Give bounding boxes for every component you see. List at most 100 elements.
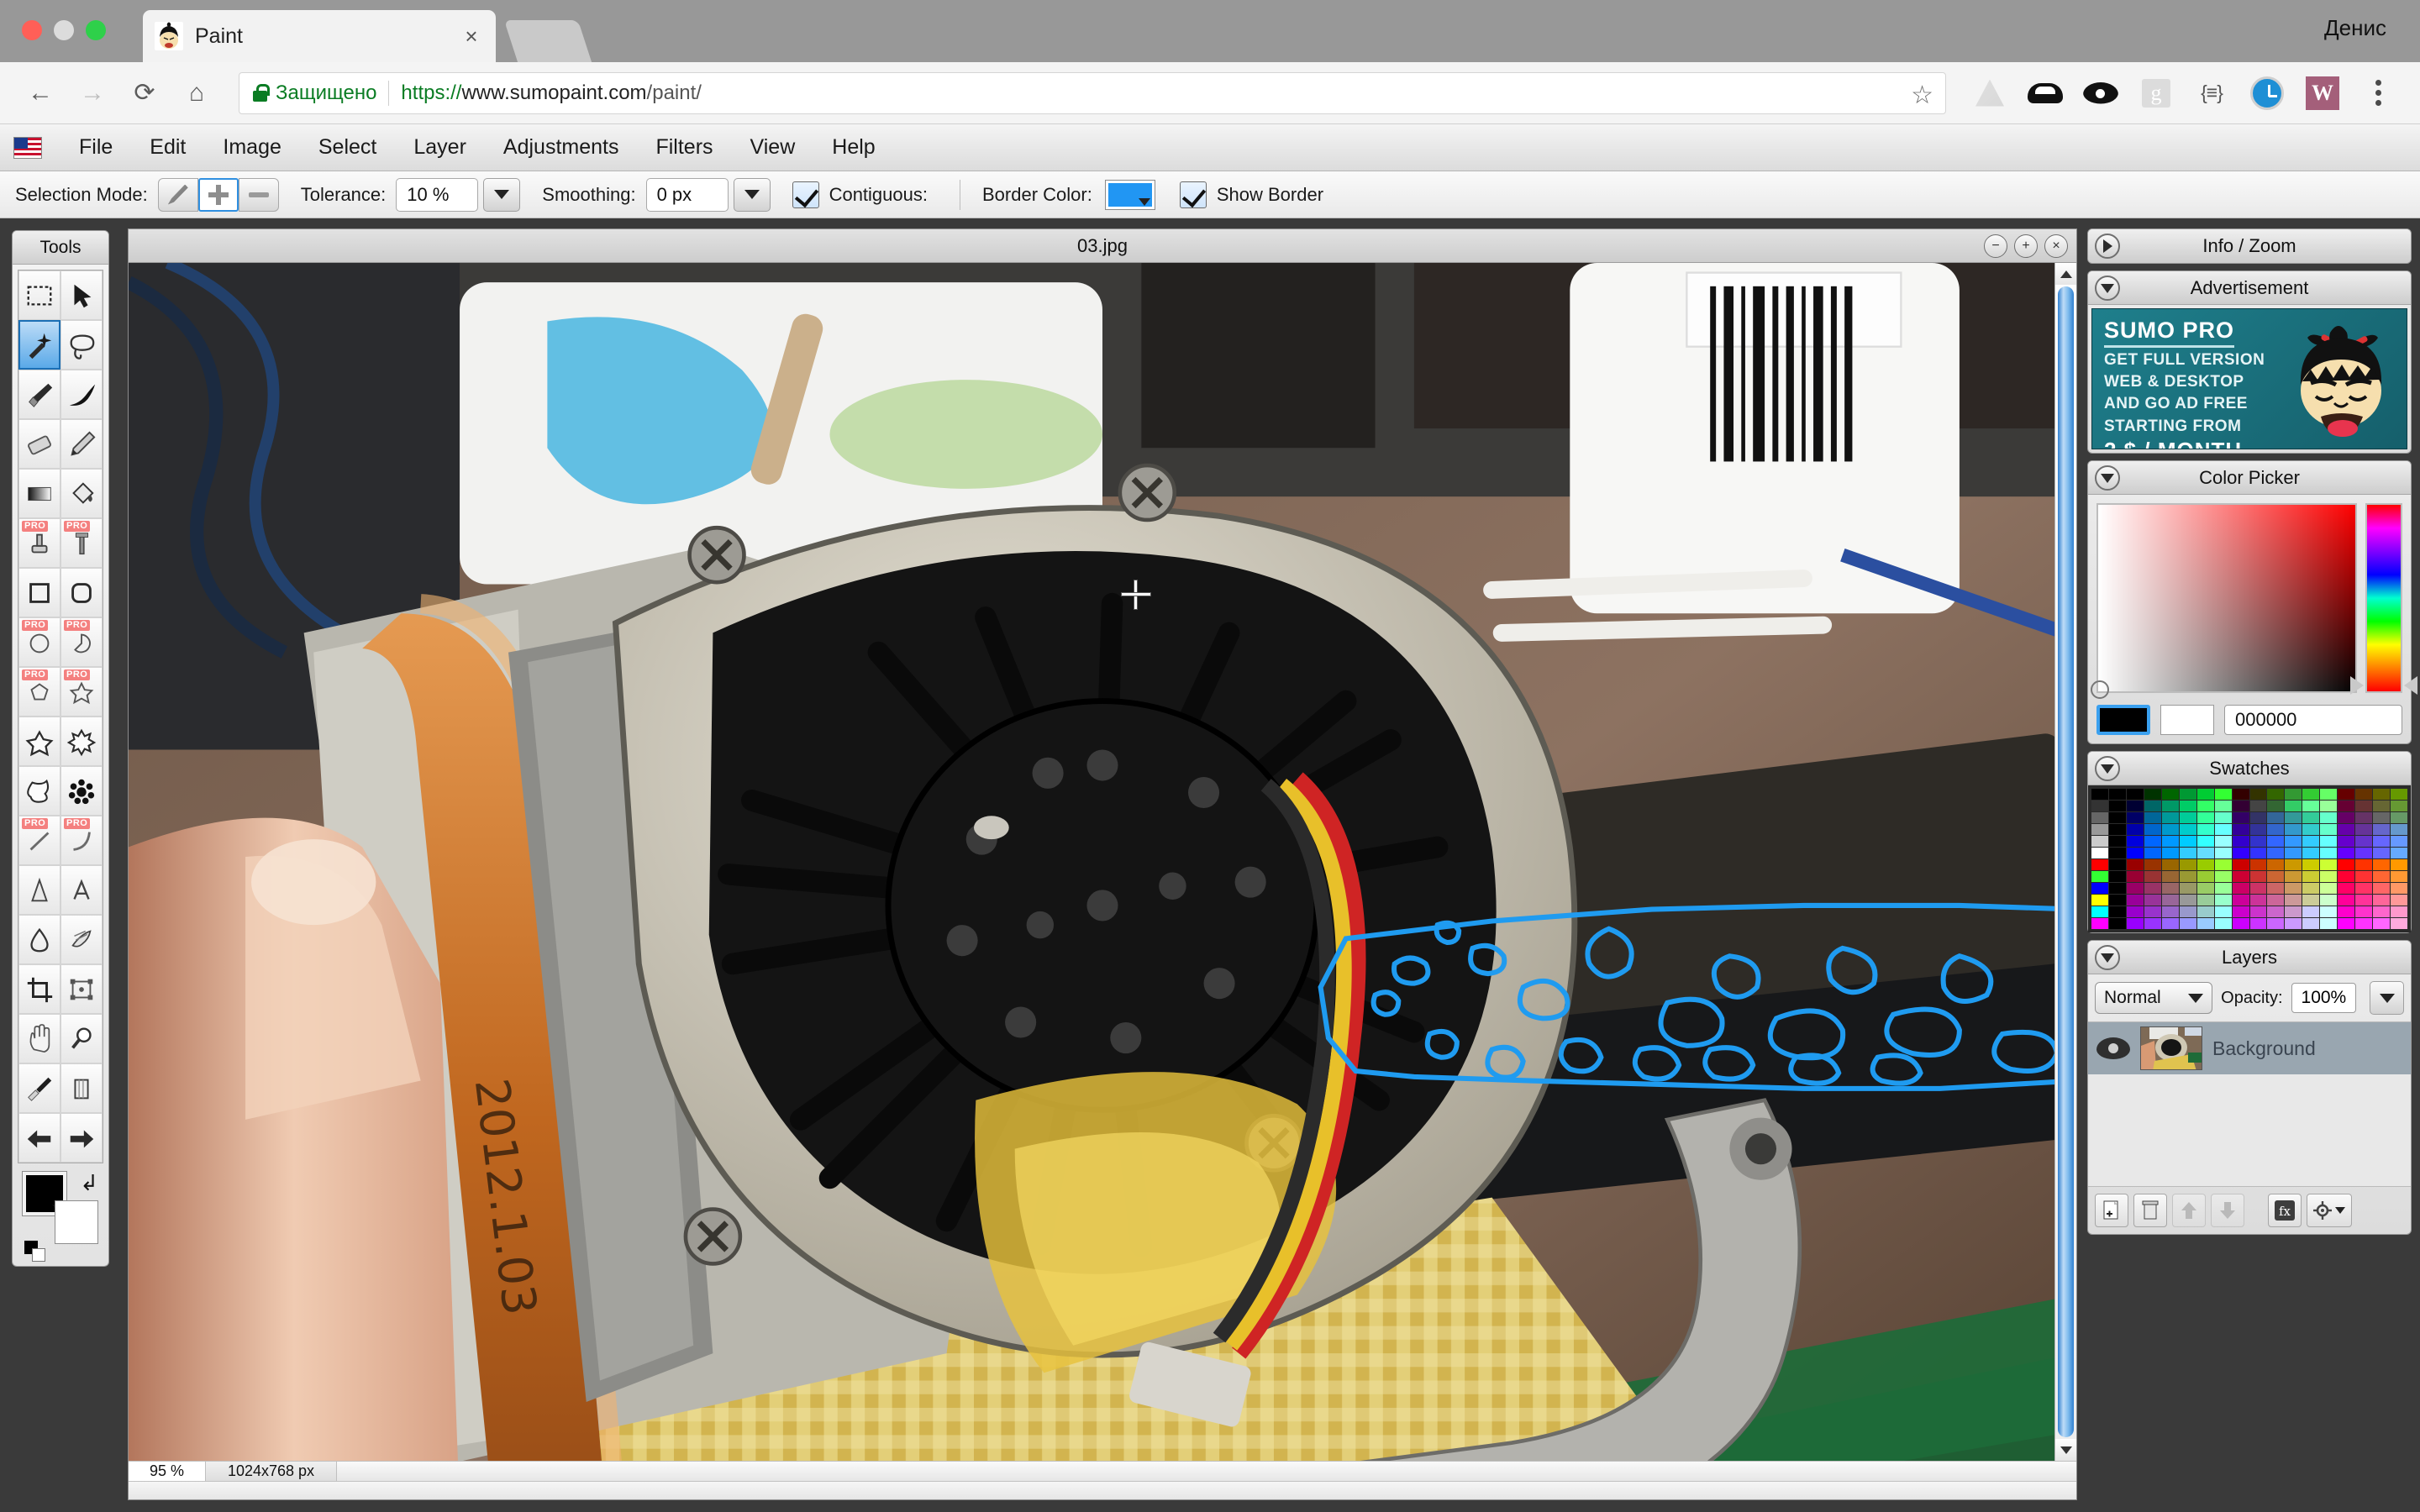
swatch-cell[interactable] <box>2161 812 2179 823</box>
swatch-cell[interactable] <box>2267 812 2285 823</box>
polygon-shape-tool[interactable]: PRO <box>18 667 60 717</box>
magic-wand-tool[interactable] <box>18 320 60 370</box>
swatch-cell[interactable] <box>2391 895 2407 906</box>
swatch-cell[interactable] <box>2249 801 2267 811</box>
swatch-cell[interactable] <box>2267 836 2285 847</box>
swatch-cell[interactable] <box>2179 812 2196 823</box>
swatch-cell[interactable] <box>2126 906 2144 917</box>
swatch-cell[interactable] <box>2214 812 2232 823</box>
swatch-cell[interactable] <box>2391 789 2407 800</box>
swatch-cell[interactable] <box>2320 883 2338 894</box>
swatch-cell[interactable] <box>2232 918 2249 929</box>
show-border-checkbox[interactable] <box>1179 181 1207 208</box>
eye-icon[interactable] <box>2096 1037 2130 1059</box>
picker-foreground-swatch[interactable] <box>2096 705 2150 735</box>
subtract-from-selection-button[interactable] <box>238 177 279 212</box>
swatch-cell[interactable] <box>2285 906 2302 917</box>
swatch-cell[interactable] <box>2144 848 2161 858</box>
swatch-cell[interactable] <box>2355 824 2373 835</box>
swatch-cell[interactable] <box>2108 812 2126 823</box>
swatch-cell[interactable] <box>2179 895 2196 906</box>
text-tool[interactable] <box>60 865 103 915</box>
swatch-cell[interactable] <box>2091 848 2108 858</box>
swatch-cell[interactable] <box>2091 906 2108 917</box>
swatch-cell[interactable] <box>2302 918 2320 929</box>
color-picker-header[interactable]: Color Picker <box>2088 461 2411 495</box>
move-tool[interactable] <box>60 270 103 320</box>
swatch-cell[interactable] <box>2285 836 2302 847</box>
swatch-cell[interactable] <box>2179 918 2196 929</box>
swatch-cell[interactable] <box>2320 906 2338 917</box>
rectangular-marquee-tool[interactable] <box>18 270 60 320</box>
smoothing-input[interactable]: 0 px <box>645 177 729 212</box>
selection-mode-group[interactable] <box>157 177 279 212</box>
swatch-cell[interactable] <box>2126 871 2144 882</box>
swatch-cell[interactable] <box>2391 871 2407 882</box>
swatch-cell[interactable] <box>2285 789 2302 800</box>
clone-stamp-tool[interactable]: PRO <box>18 518 60 568</box>
swatch-cell[interactable] <box>2373 895 2391 906</box>
swatch-cell[interactable] <box>2144 824 2161 835</box>
canvas-horizontal-scrollbar[interactable] <box>129 1481 2076 1499</box>
swatch-cell[interactable] <box>2373 883 2391 894</box>
swatch-cell[interactable] <box>2285 848 2302 858</box>
swatch-cell[interactable] <box>2373 906 2391 917</box>
swatch-cell[interactable] <box>2108 789 2126 800</box>
swatch-cell[interactable] <box>2355 836 2373 847</box>
blob-shape-tool[interactable] <box>18 766 60 816</box>
swatch-cell[interactable] <box>2232 812 2249 823</box>
swatch-cell[interactable] <box>2338 836 2355 847</box>
blur-drop-tool[interactable] <box>18 915 60 964</box>
swatch-cell[interactable] <box>2285 824 2302 835</box>
swatch-cell[interactable] <box>2108 918 2126 929</box>
eyedropper-tool[interactable] <box>18 1063 60 1113</box>
swatch-cell[interactable] <box>2249 918 2267 929</box>
swatch-cell[interactable] <box>2320 789 2338 800</box>
swatch-cell[interactable] <box>2179 871 2196 882</box>
swatch-cell[interactable] <box>2108 824 2126 835</box>
swatch-cell[interactable] <box>2091 801 2108 811</box>
swatch-cell[interactable] <box>2391 859 2407 870</box>
expand-icon[interactable] <box>2095 234 2120 259</box>
hex-input[interactable]: 000000 <box>2224 705 2402 735</box>
swatch-cell[interactable] <box>2214 801 2232 811</box>
code-icon[interactable]: {≡} <box>2188 70 2235 117</box>
swatch-cell[interactable] <box>2338 871 2355 882</box>
swatch-cell[interactable] <box>2249 895 2267 906</box>
swatch-cell[interactable] <box>2214 836 2232 847</box>
swatch-cell[interactable] <box>2161 895 2179 906</box>
smear-tool[interactable] <box>60 915 103 964</box>
swatch-cell[interactable] <box>2214 789 2232 800</box>
swatch-cell[interactable] <box>2214 906 2232 917</box>
swatch-cell[interactable] <box>2091 918 2108 929</box>
swatch-cell[interactable] <box>2285 859 2302 870</box>
swatch-cell[interactable] <box>2249 836 2267 847</box>
advertisement-header[interactable]: Advertisement <box>2088 271 2411 305</box>
swatch-cell[interactable] <box>2144 812 2161 823</box>
swatch-cell[interactable] <box>2214 918 2232 929</box>
swatch-cell[interactable] <box>2338 859 2355 870</box>
back-icon[interactable]: ← <box>18 71 62 115</box>
car-icon[interactable] <box>2022 70 2069 117</box>
swatch-cell[interactable] <box>2232 824 2249 835</box>
swatch-cell[interactable] <box>2196 836 2214 847</box>
menu-edit[interactable]: Edit <box>131 135 204 160</box>
tools-grid[interactable]: PRO PRO PRO PRO PRO PRO PRO PRO <box>18 270 103 1163</box>
swatch-cell[interactable] <box>2373 848 2391 858</box>
swatch-cell[interactable] <box>2355 812 2373 823</box>
drive-icon[interactable] <box>1966 70 2013 117</box>
brush-tool[interactable] <box>18 370 60 419</box>
swatch-cell[interactable] <box>2355 789 2373 800</box>
layer-action-bar[interactable]: fx <box>2088 1186 2411 1234</box>
swatch-cell[interactable] <box>2249 848 2267 858</box>
zoom-tool[interactable] <box>60 1014 103 1063</box>
smudge-tool[interactable]: PRO <box>60 518 103 568</box>
ellipse-shape-tool[interactable]: PRO <box>18 617 60 667</box>
picker-background-swatch[interactable] <box>2160 705 2214 735</box>
swatch-cell[interactable] <box>2355 801 2373 811</box>
swatch-cell[interactable] <box>2091 859 2108 870</box>
table-row[interactable]: Background <box>2088 1022 2411 1074</box>
swatch-cell[interactable] <box>2267 918 2285 929</box>
tolerance-input[interactable]: 10 % <box>396 177 479 212</box>
curve-tool[interactable]: PRO <box>60 816 103 865</box>
